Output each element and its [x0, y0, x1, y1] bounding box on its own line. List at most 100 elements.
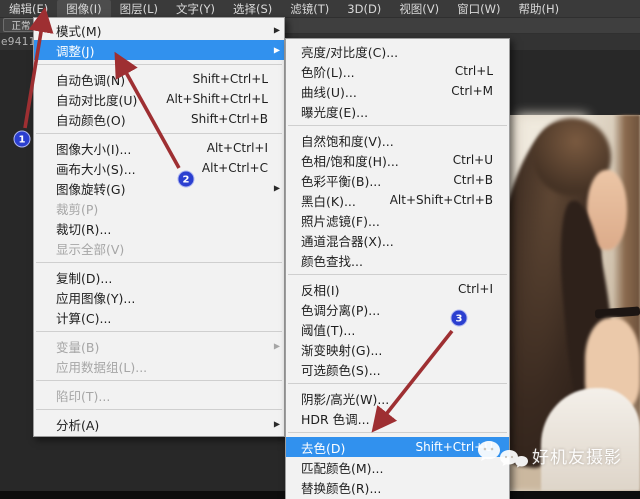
menu-item[interactable]: 色相/饱和度(H)... Ctrl+U — [286, 150, 509, 170]
menu-item[interactable]: 亮度/对比度(C)... — [286, 41, 509, 61]
document-photo — [505, 50, 640, 491]
menu-item-label: 色调分离(P)... — [301, 302, 381, 318]
menu-item[interactable]: 自然饱和度(V)... — [286, 130, 509, 150]
menu-item[interactable]: 计算(C)... — [34, 307, 284, 327]
menu-item-shortcut: Alt+Ctrl+C — [201, 161, 268, 175]
submenu-arrow-icon: ▶ — [273, 341, 280, 351]
menu-item-shortcut: Ctrl+B — [453, 173, 493, 187]
menu-separator — [288, 383, 507, 384]
menubar-item[interactable]: 图像(I) — [57, 0, 111, 18]
menu-item[interactable]: 模式(M) ▶ — [34, 20, 284, 40]
menu-item-label: 图像旋转(G) — [56, 181, 126, 197]
menu-item[interactable]: 反相(I) Ctrl+I — [286, 279, 509, 299]
menu-item-label: 复制(D)... — [56, 270, 113, 286]
menu-item-shortcut: Ctrl+L — [454, 64, 493, 78]
menu-item[interactable]: 调整(J) ▶ — [34, 40, 284, 60]
menu-item-label: 黑白(K)... — [301, 193, 356, 209]
menu-separator — [36, 409, 282, 410]
menu-separator — [288, 125, 507, 126]
menu-item-label: 显示全部(V) — [56, 241, 125, 257]
menu-item-shortcut: Alt+Ctrl+I — [206, 141, 268, 155]
watermark-text: 好机友摄影 — [532, 447, 622, 468]
menu-item-label: 模式(M) — [56, 23, 102, 39]
menu-item[interactable]: 自动色调(N) Shift+Ctrl+L — [34, 69, 284, 89]
menubar-item[interactable]: 文字(Y) — [167, 0, 224, 18]
menu-item-label: 反相(I) — [301, 282, 340, 298]
menu-item-label: 照片滤镜(F)... — [301, 213, 380, 229]
menu-separator — [36, 133, 282, 134]
menu-item[interactable]: 黑白(K)... Alt+Shift+Ctrl+B — [286, 190, 509, 210]
menu-item-shortcut: Alt+Shift+Ctrl+B — [389, 193, 493, 207]
menu-item[interactable]: 曝光度(E)... — [286, 101, 509, 121]
menu-item-label: HDR 色调... — [301, 411, 370, 427]
watermark: 好机友摄影 — [476, 438, 622, 472]
menu-item[interactable]: 图像旋转(G) ▶ — [34, 178, 284, 198]
menu-item: 变量(B) ▶ — [34, 336, 284, 356]
menu-item[interactable]: 颜色查找... — [286, 250, 509, 270]
menubar-item[interactable]: 选择(S) — [224, 0, 281, 18]
menu-item-label: 自然饱和度(V)... — [301, 133, 394, 149]
menubar-item[interactable]: 3D(D) — [338, 1, 390, 17]
menu-item-label: 渐变映射(G)... — [301, 342, 383, 358]
menu-item[interactable]: 自动颜色(O) Shift+Ctrl+B — [34, 109, 284, 129]
menu-item-label: 画布大小(S)... — [56, 161, 136, 177]
menu-item[interactable]: 画布大小(S)... Alt+Ctrl+C — [34, 158, 284, 178]
menu-item-label: 应用图像(Y)... — [56, 290, 136, 306]
menu-separator — [36, 331, 282, 332]
menu-item-label: 自动颜色(O) — [56, 112, 126, 128]
menu-bar: 编辑(E) 图像(I) 图层(L) 文字(Y) 选择(S) 滤镜(T) 3D(D) 视图(V)… — [0, 0, 640, 18]
menu-item-label: 阴影/高光(W)... — [301, 391, 390, 407]
menu-item-label: 分析(A) — [56, 417, 100, 433]
menu-item[interactable]: 应用图像(Y)... — [34, 287, 284, 307]
menu-item-label: 可选颜色(S)... — [301, 362, 381, 378]
menu-item-label: 阈值(T)... — [301, 322, 356, 338]
menu-item: 应用数据组(L)... — [34, 356, 284, 376]
menu-item[interactable]: 阈值(T)... — [286, 319, 509, 339]
menubar-item[interactable]: 编辑(E) — [0, 0, 57, 18]
menu-item[interactable]: 自动对比度(U) Alt+Shift+Ctrl+L — [34, 89, 284, 109]
menu-item[interactable]: 阴影/高光(W)... — [286, 388, 509, 408]
menu-item-label: 自动色调(N) — [56, 72, 126, 88]
menu-item-label: 裁剪(P) — [56, 201, 99, 217]
menu-item-label: 图像大小(I)... — [56, 141, 132, 157]
menu-item-label: 亮度/对比度(C)... — [301, 44, 399, 60]
menu-item[interactable]: 通道混合器(X)... — [286, 230, 509, 250]
menu-item-label: 调整(J) — [56, 43, 95, 59]
menu-separator — [288, 274, 507, 275]
menu-item[interactable]: 色调分离(P)... — [286, 299, 509, 319]
menu-item-label: 去色(D) — [301, 440, 346, 456]
submenu-arrow-icon: ▶ — [273, 45, 280, 55]
menu-item[interactable]: 曲线(U)... Ctrl+M — [286, 81, 509, 101]
menubar-item[interactable]: 窗口(W) — [448, 0, 509, 18]
menubar-item[interactable]: 视图(V) — [390, 0, 448, 18]
menu-item-label: 色相/饱和度(H)... — [301, 153, 399, 169]
menu-item[interactable]: 色彩平衡(B)... Ctrl+B — [286, 170, 509, 190]
menu-item-label: 颜色查找... — [301, 253, 363, 269]
menubar-item[interactable]: 图层(L) — [111, 0, 167, 18]
adjustments-submenu: 亮度/对比度(C)... 色阶(L)... Ctrl+L 曲线(U)... Ctrl+M… — [285, 38, 510, 499]
menu-item[interactable]: HDR 色调... — [286, 408, 509, 428]
menubar-item[interactable]: 帮助(H) — [510, 0, 569, 18]
menu-item[interactable]: 渐变映射(G)... — [286, 339, 509, 359]
menu-item[interactable]: 裁切(R)... — [34, 218, 284, 238]
menu-item[interactable]: 分析(A) ▶ — [34, 414, 284, 434]
menu-item[interactable]: 图像大小(I)... Alt+Ctrl+I — [34, 138, 284, 158]
menu-item-label: 计算(C)... — [56, 310, 112, 326]
submenu-arrow-icon: ▶ — [273, 183, 280, 193]
menu-item[interactable]: 色阶(L)... Ctrl+L — [286, 61, 509, 81]
menu-item-label: 替换颜色(R)... — [301, 480, 382, 496]
photoshop-window: 编辑(E) 图像(I) 图层(L) 文字(Y) 选择(S) 滤镜(T) 3D(D) 视图(V)… — [0, 0, 640, 499]
menu-item-label: 曲线(U)... — [301, 84, 357, 100]
menu-item-shortcut: Ctrl+I — [458, 282, 493, 296]
menu-item: 陷印(T)... — [34, 385, 284, 405]
menu-item[interactable]: 替换颜色(R)... — [286, 477, 509, 497]
menu-item-label: 通道混合器(X)... — [301, 233, 394, 249]
submenu-arrow-icon: ▶ — [273, 419, 280, 429]
menu-item[interactable]: 照片滤镜(F)... — [286, 210, 509, 230]
menu-item[interactable]: 可选颜色(S)... — [286, 359, 509, 379]
menu-item-shortcut: Shift+Ctrl+L — [192, 72, 268, 86]
menu-item[interactable]: 复制(D)... — [34, 267, 284, 287]
menu-item: 显示全部(V) — [34, 238, 284, 258]
menubar-item[interactable]: 滤镜(T) — [281, 0, 338, 18]
menu-item-shortcut: Ctrl+M — [451, 84, 493, 98]
